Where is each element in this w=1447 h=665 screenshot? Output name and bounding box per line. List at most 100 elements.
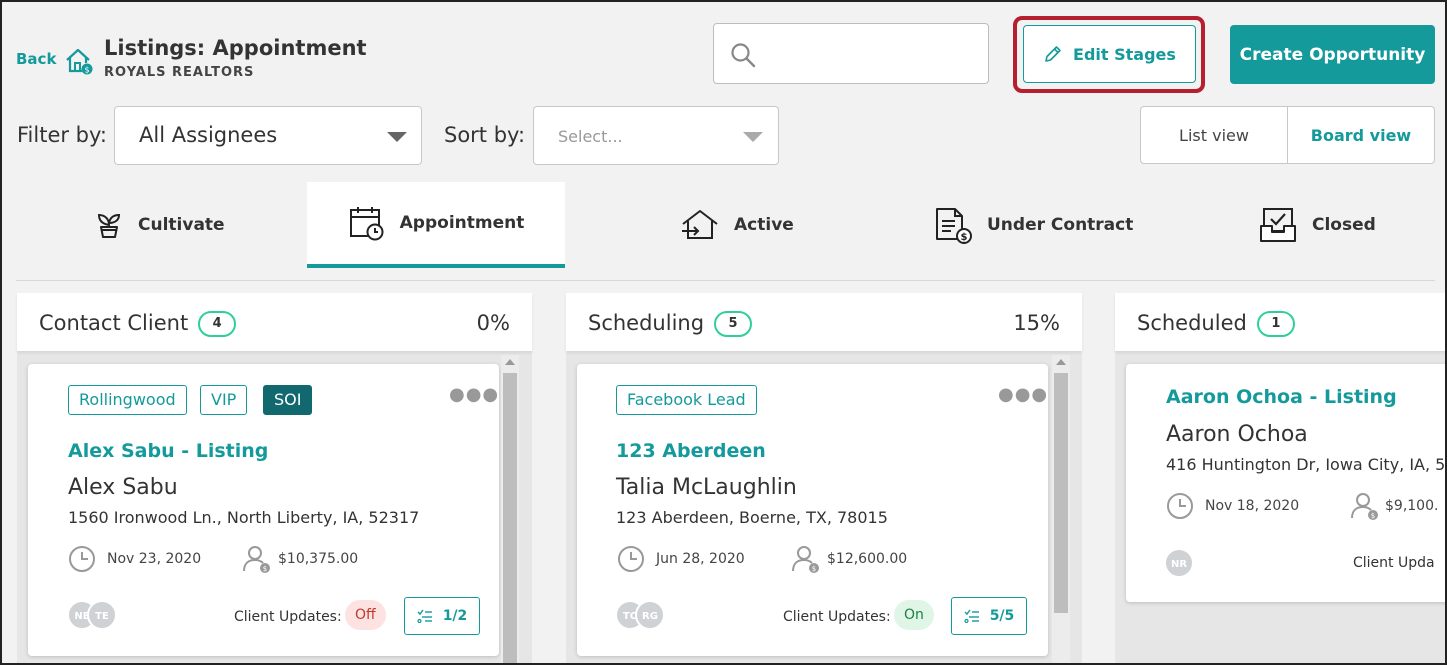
opportunity-card[interactable]: Facebook Lead ●●● 123 Aberdeen Talia McL… (577, 364, 1048, 656)
view-toggle: List view Board view (1140, 106, 1435, 164)
avatar: NR (1164, 548, 1194, 578)
column-percent: 0% (476, 311, 510, 335)
stage-column-scheduled: Scheduled 1 Aaron Ochoa - Listing Aaron O… (1115, 293, 1446, 663)
appointment-date: Nov 18, 2020 (1205, 498, 1300, 514)
edit-stages-label: Edit Stages (1073, 44, 1176, 64)
column-header: Scheduled 1 (1115, 293, 1445, 351)
tab-divider (16, 280, 1435, 281)
task-count: 1/2 (442, 608, 468, 624)
scrollbar-thumb[interactable] (1054, 373, 1068, 613)
sort-label: Sort by: (444, 123, 526, 147)
checklist-icon (417, 609, 432, 623)
tag-badge: VIP (200, 385, 248, 415)
pencil-icon (1045, 46, 1061, 62)
checklist-icon (964, 609, 979, 623)
inbox-check-icon (1260, 208, 1296, 242)
calendar-clock-icon (349, 207, 384, 241)
listing-link[interactable]: 123 Aberdeen (616, 440, 766, 462)
opportunity-card[interactable]: Rollingwood VIP SOI ●●● Alex Sabu - List… (28, 364, 499, 656)
property-address: 123 Aberdeen, Boerne, TX, 78015 (616, 508, 888, 527)
person-dollar-icon: $ (1351, 493, 1378, 520)
tab-label: Cultivate (138, 215, 225, 235)
contact-name: Alex Sabu (68, 475, 178, 500)
svg-text:$: $ (84, 66, 89, 75)
tab-label: Active (734, 215, 794, 235)
column-scrollbar[interactable] (1052, 355, 1070, 663)
listing-link[interactable]: Alex Sabu - Listing (68, 440, 268, 462)
scroll-up-icon[interactable] (1056, 359, 1066, 365)
column-scrollbar[interactable] (501, 355, 519, 663)
search-input[interactable] (713, 23, 989, 84)
list-view-button[interactable]: List view (1141, 107, 1288, 163)
create-opportunity-button[interactable]: Create Opportunity (1230, 25, 1435, 84)
edit-stages-button[interactable]: Edit Stages (1023, 25, 1196, 83)
clock-icon (69, 546, 95, 572)
column-title: Scheduling (588, 311, 705, 335)
property-address: 416 Huntington Dr, Iowa City, IA, 5 (1166, 455, 1446, 474)
client-updates-label: Client Updates: (234, 609, 342, 625)
column-title: Scheduled (1137, 311, 1247, 335)
appointment-date: Nov 23, 2020 (107, 551, 202, 567)
opportunity-card[interactable]: Aaron Ochoa - Listing Aaron Ochoa 416 Hu… (1126, 364, 1446, 602)
search-icon (731, 43, 756, 68)
assignee-filter-value: All Assignees (139, 123, 278, 147)
chevron-down-icon (743, 132, 763, 142)
chevron-down-icon (387, 132, 407, 142)
tab-appointment[interactable]: Appointment (307, 182, 565, 268)
avatar: RG (635, 600, 665, 630)
client-updates-toggle[interactable]: Off (345, 600, 386, 630)
tag-badge: SOI (263, 385, 313, 415)
filter-label: Filter by: (17, 123, 107, 147)
contact-name: Talia McLaughlin (616, 475, 797, 500)
listing-link[interactable]: Aaron Ochoa - Listing (1166, 386, 1397, 408)
scroll-up-icon[interactable] (505, 359, 515, 365)
clock-icon (1167, 493, 1193, 519)
avatar: TE (87, 600, 117, 630)
scrollbar-thumb[interactable] (503, 373, 517, 663)
column-header: Contact Client 4 0% (17, 293, 532, 351)
column-title: Contact Client (39, 311, 189, 335)
column-count-badge: 4 (198, 311, 237, 337)
app-frame: Back $ Listings: Appointment ROYALS REAL… (0, 0, 1447, 665)
board-view-button[interactable]: Board view (1288, 107, 1434, 163)
deal-amount: $10,375.00 (278, 551, 359, 567)
deal-amount: $12,600.00 (827, 551, 908, 567)
task-progress-button[interactable]: 1/2 (404, 597, 480, 635)
person-dollar-icon: $ (792, 546, 819, 573)
property-address: 1560 Ironwood Ln., North Liberty, IA, 52… (68, 508, 420, 527)
column-header: Scheduling 5 15% (566, 293, 1082, 351)
contract-dollar-icon: $ (936, 208, 972, 244)
tag-badge: Rollingwood (68, 385, 187, 415)
tab-cultivate[interactable]: Cultivate (94, 182, 225, 268)
svg-text:$: $ (1371, 512, 1375, 520)
assignee-filter-select[interactable]: All Assignees (114, 106, 422, 165)
column-percent: 15% (1013, 311, 1060, 335)
column-count-badge: 5 (714, 311, 753, 337)
more-options-icon[interactable]: ●●● (998, 384, 1048, 405)
svg-text:$: $ (263, 565, 267, 573)
person-dollar-icon: $ (243, 546, 270, 573)
house-dollar-icon: $ (66, 48, 93, 75)
clock-icon (618, 546, 644, 572)
client-updates-label: Client Updates: (783, 609, 891, 625)
sort-placeholder: Select... (558, 127, 623, 146)
house-arrow-icon (682, 210, 718, 239)
contact-name: Aaron Ochoa (1166, 422, 1308, 447)
column-count-badge: 1 (1256, 311, 1295, 337)
page-title: Listings: Appointment (104, 36, 367, 60)
appointment-date: Jun 28, 2020 (656, 551, 745, 567)
tab-label: Under Contract (987, 215, 1134, 235)
deal-amount: $9,100. (1385, 498, 1439, 514)
sort-select[interactable]: Select... (533, 106, 779, 165)
client-updates-toggle[interactable]: On (894, 600, 934, 630)
back-link[interactable]: Back (16, 50, 56, 68)
tab-under-contract[interactable]: $ Under Contract (933, 182, 1133, 268)
stage-column-scheduling: Scheduling 5 15% Facebook Lead ●●● 123 Ab… (566, 293, 1082, 663)
task-count: 5/5 (989, 608, 1015, 624)
task-progress-button[interactable]: 5/5 (951, 597, 1027, 635)
svg-text:$: $ (961, 232, 968, 243)
tab-closed[interactable]: Closed (1258, 182, 1376, 268)
company-name: ROYALS REALTORS (104, 65, 255, 80)
more-options-icon[interactable]: ●●● (449, 384, 499, 405)
tab-active[interactable]: Active (680, 182, 794, 268)
